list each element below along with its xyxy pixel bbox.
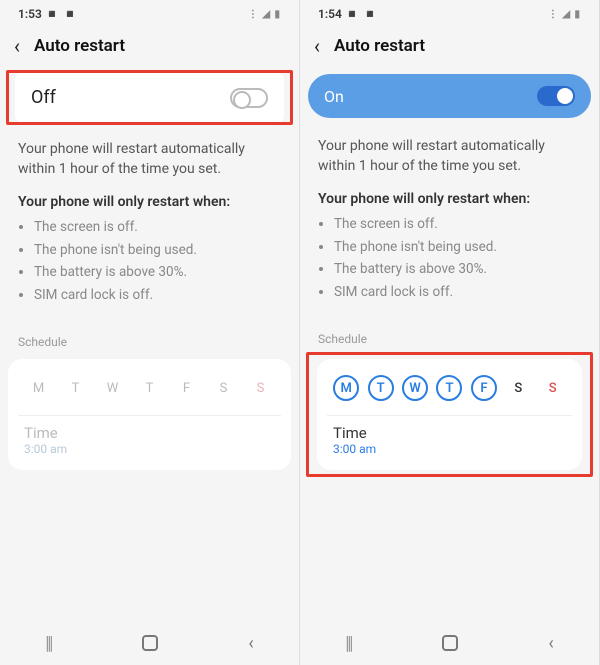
status-system-icons: ⋮ ◢ ▮ xyxy=(548,9,581,20)
android-navbar: ||| ‹ xyxy=(300,621,599,665)
description-text: Your phone will restart automatically wi… xyxy=(300,122,599,185)
time-row[interactable]: Time 3:00 am xyxy=(327,424,572,456)
nav-home-icon[interactable] xyxy=(442,635,458,651)
status-bar: 1:53 ◾ ◾ ⋮ ◢ ▮ xyxy=(0,0,299,28)
master-toggle-row[interactable]: Off xyxy=(15,73,284,122)
nav-recents-icon[interactable]: ||| xyxy=(345,633,351,654)
nav-recents-icon[interactable]: ||| xyxy=(45,633,51,654)
day-sun[interactable]: S xyxy=(248,375,274,401)
page-title: Auto restart xyxy=(34,36,125,56)
day-wed[interactable]: W xyxy=(402,375,428,401)
schedule-section-label: Schedule xyxy=(300,314,599,352)
conditions-list: The screen is off. The phone isn't being… xyxy=(0,216,299,318)
annotation-highlight-toggle: Off xyxy=(6,70,293,125)
time-value: 3:00 am xyxy=(333,442,566,456)
day-fri[interactable]: F xyxy=(471,375,497,401)
condition-item: SIM card lock is off. xyxy=(334,281,581,304)
annotation-highlight-schedule: M T W T F S S Time 3:00 am xyxy=(306,352,593,477)
day-thu[interactable]: T xyxy=(137,375,163,401)
status-notif-icons: ◾ ◾ xyxy=(345,7,378,21)
condition-item: The phone isn't being used. xyxy=(334,236,581,259)
android-navbar: ||| ‹ xyxy=(0,621,299,665)
toggle-switch-icon[interactable] xyxy=(537,86,575,106)
status-system-icons: ⋮ ◢ ▮ xyxy=(248,9,281,20)
day-mon[interactable]: M xyxy=(26,375,52,401)
status-time: 1:53 ◾ ◾ xyxy=(18,7,78,21)
toggle-label: Off xyxy=(31,87,56,108)
app-header: ‹ Auto restart xyxy=(0,28,299,70)
status-time: 1:54 ◾ ◾ xyxy=(318,7,378,21)
phone-screen-on-state: 1:54 ◾ ◾ ⋮ ◢ ▮ ‹ Auto restart On Your ph… xyxy=(300,0,600,665)
condition-item: The battery is above 30%. xyxy=(34,261,281,284)
status-bar: 1:54 ◾ ◾ ⋮ ◢ ▮ xyxy=(300,0,599,28)
toggle-switch-icon[interactable] xyxy=(230,88,268,108)
phone-screen-off-state: 1:53 ◾ ◾ ⋮ ◢ ▮ ‹ Auto restart Off Your p… xyxy=(0,0,300,665)
day-sun[interactable]: S xyxy=(540,375,566,401)
conditions-title: Your phone will only restart when: xyxy=(300,185,599,213)
condition-item: The screen is off. xyxy=(34,216,281,239)
day-sat[interactable]: S xyxy=(505,375,531,401)
condition-item: The screen is off. xyxy=(334,213,581,236)
time-label: Time xyxy=(24,424,275,442)
master-toggle-row[interactable]: On xyxy=(308,74,591,118)
back-icon[interactable]: ‹ xyxy=(314,36,320,56)
page-title: Auto restart xyxy=(334,36,425,56)
schedule-card: M T W T F S S Time 3:00 am xyxy=(317,359,582,470)
time-value: 3:00 am xyxy=(24,442,275,456)
day-thu[interactable]: T xyxy=(436,375,462,401)
toggle-label: On xyxy=(324,87,344,106)
day-mon[interactable]: M xyxy=(333,375,359,401)
day-fri[interactable]: F xyxy=(174,375,200,401)
day-picker: M T W T F S S xyxy=(327,371,572,413)
nav-home-icon[interactable] xyxy=(142,635,158,651)
description-text: Your phone will restart automatically wi… xyxy=(0,125,299,188)
conditions-title: Your phone will only restart when: xyxy=(0,188,299,216)
conditions-list: The screen is off. The phone isn't being… xyxy=(300,213,599,315)
back-icon[interactable]: ‹ xyxy=(14,36,20,56)
app-header: ‹ Auto restart xyxy=(300,28,599,70)
day-picker: M T W T F S S xyxy=(18,371,281,413)
day-tue[interactable]: T xyxy=(368,375,394,401)
schedule-card: M T W T F S S Time 3:00 am xyxy=(8,359,291,470)
day-wed[interactable]: W xyxy=(100,375,126,401)
nav-back-icon[interactable]: ‹ xyxy=(548,633,553,654)
status-notif-icons: ◾ ◾ xyxy=(45,7,78,21)
divider xyxy=(327,415,572,416)
day-sat[interactable]: S xyxy=(211,375,237,401)
condition-item: SIM card lock is off. xyxy=(34,284,281,307)
schedule-section-label: Schedule xyxy=(0,317,299,355)
condition-item: The phone isn't being used. xyxy=(34,239,281,262)
divider xyxy=(18,415,281,416)
condition-item: The battery is above 30%. xyxy=(334,258,581,281)
time-label: Time xyxy=(333,424,566,442)
day-tue[interactable]: T xyxy=(63,375,89,401)
nav-back-icon[interactable]: ‹ xyxy=(248,633,253,654)
time-row[interactable]: Time 3:00 am xyxy=(18,424,281,456)
